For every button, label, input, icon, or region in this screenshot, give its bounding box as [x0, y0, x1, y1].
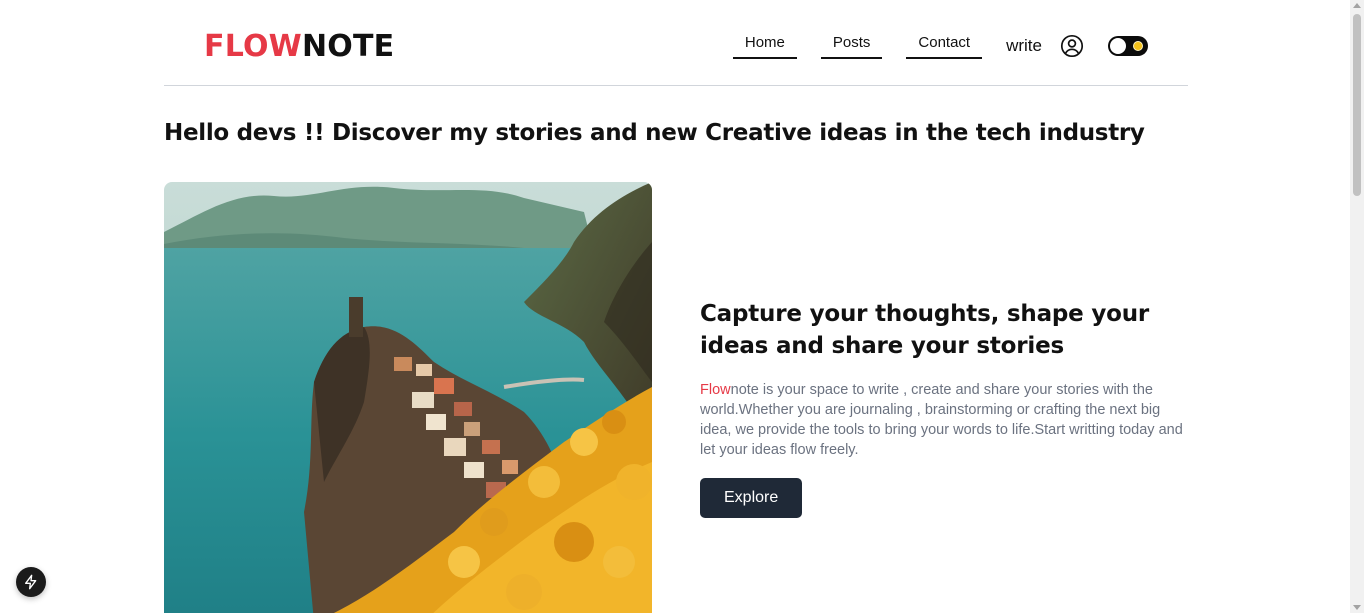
navbar: FLOWNOTE Home Posts Contact write: [164, 0, 1188, 86]
theme-toggle-icon[interactable]: [1108, 36, 1148, 56]
hero-image: [164, 182, 652, 613]
scroll-down-arrow-icon[interactable]: [1353, 605, 1361, 610]
lightning-bolt-icon[interactable]: [16, 567, 46, 597]
main-nav: Home Posts Contact write: [732, 33, 1148, 59]
hero-content: Capture your thoughts, shape your ideas …: [700, 298, 1188, 518]
user-circle-icon[interactable]: [1060, 34, 1084, 58]
sun-icon: [1133, 41, 1143, 51]
page-headline: Hello devs !! Discover my stories and ne…: [164, 120, 1145, 146]
logo-flow: FLOW: [204, 29, 302, 64]
explore-button[interactable]: Explore: [700, 478, 803, 518]
write-link[interactable]: write: [1006, 36, 1042, 56]
description-accent: Flow: [700, 382, 731, 398]
logo[interactable]: FLOWNOTE: [204, 29, 394, 64]
scroll-up-arrow-icon[interactable]: [1353, 3, 1361, 8]
scrollbar-thumb[interactable]: [1353, 14, 1361, 196]
page-container: FLOWNOTE Home Posts Contact write Hello …: [164, 0, 1188, 613]
hero-title: Capture your thoughts, shape your ideas …: [700, 301, 1150, 359]
hero-description: Flownote is your space to write , create…: [700, 380, 1188, 460]
nav-link-posts[interactable]: Posts: [820, 33, 883, 59]
toggle-knob: [1110, 38, 1126, 54]
description-text: note is your space to write , create and…: [700, 382, 1183, 458]
page-scrollbar[interactable]: [1350, 0, 1364, 613]
nav-link-contact[interactable]: Contact: [906, 33, 983, 59]
logo-note: NOTE: [301, 29, 395, 64]
nav-link-home[interactable]: Home: [732, 33, 797, 59]
